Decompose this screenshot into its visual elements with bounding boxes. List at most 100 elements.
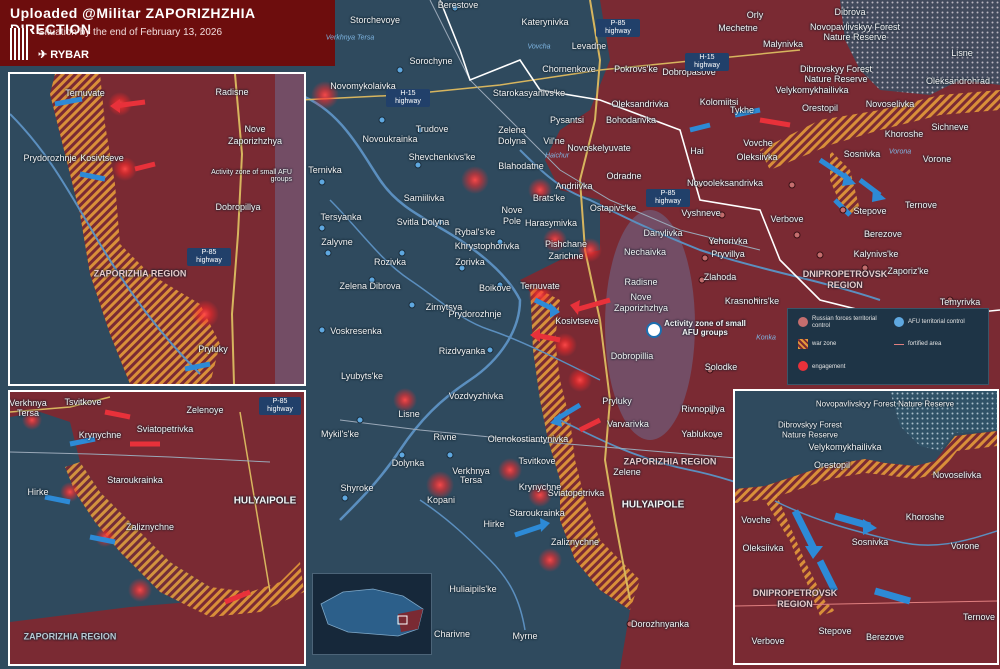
settlement-label: Dibrovskyy Forest bbox=[799, 64, 873, 74]
settlement-label: Zelena Dibrova bbox=[339, 281, 401, 291]
region-label-dnipro: DNIPROPETROVSK REGION bbox=[802, 269, 888, 290]
settlement-label: Pole bbox=[502, 216, 522, 226]
settlement-label: Nature Reserve bbox=[804, 74, 868, 84]
settlement-label: Charivne bbox=[433, 629, 471, 639]
settlement-label: Pryluky bbox=[602, 396, 632, 406]
settlement-label: Pysantsi bbox=[549, 115, 585, 125]
settlement-label: Levadne bbox=[571, 41, 607, 51]
settlement-label: Dibrova bbox=[834, 7, 866, 17]
settlement-label: Ternove bbox=[904, 200, 938, 210]
settlement-label: Ternuvate bbox=[520, 281, 560, 291]
inset3-khoroshe: Khoroshe bbox=[905, 512, 945, 522]
legend-ru-swatch bbox=[798, 317, 808, 327]
settlement-label: Oleksandrivka bbox=[611, 99, 669, 109]
rybar-brand: ✈ RYBAR bbox=[38, 49, 89, 61]
river-label-vorona: Vorona bbox=[888, 148, 912, 156]
settlement-label: Ostapivs'ke bbox=[589, 203, 637, 213]
settlement-label: Zorivka bbox=[455, 257, 485, 267]
settlement-label: Berestove bbox=[437, 0, 479, 10]
legend-engagement-swatch bbox=[798, 361, 808, 371]
inset2-region: ZAPORIZHIA REGION bbox=[23, 631, 117, 642]
river-label-haichur: Haichur bbox=[544, 152, 570, 160]
settlement-label: Stepove bbox=[853, 206, 887, 216]
settlement-label: Andriivka bbox=[555, 181, 593, 191]
settlement-label: Varvarivka bbox=[607, 419, 649, 429]
settlement-label: Blahodatne bbox=[498, 161, 544, 171]
activity-zone-label: Activity zone of small AFU groups bbox=[664, 319, 746, 337]
settlement-label: Olenokostiantynivka bbox=[487, 434, 569, 444]
inset1-kosivtseve: Kosivtseve bbox=[80, 153, 124, 163]
inset2-tersa: Tersa bbox=[16, 408, 40, 418]
settlement-label: Novoukrainka bbox=[362, 134, 418, 144]
settlement-label: Mykil's'ke bbox=[321, 429, 359, 439]
inset2-hulyaipole: HULYAIPOLE bbox=[233, 495, 297, 507]
settlement-label: Rybal's'ke bbox=[454, 227, 496, 237]
settlement-label: Odradne bbox=[606, 171, 642, 181]
settlement-label: Hai bbox=[690, 146, 704, 156]
settlement-label: Pishchane bbox=[544, 239, 588, 249]
legend-fortified: fortified area bbox=[908, 341, 942, 347]
ukraine-minimap bbox=[312, 573, 432, 655]
settlement-label: Rivne bbox=[433, 432, 457, 442]
settlement-label: Brats'ke bbox=[532, 193, 566, 203]
settlement-label: Khrystophorivka bbox=[454, 241, 520, 251]
inset3-dibrovskyy: Dibrovskyy Forest bbox=[777, 420, 843, 430]
settlement-label: Danylivka bbox=[643, 228, 683, 238]
highway-label-h15: H-15 highway bbox=[386, 89, 430, 107]
inset2-krynychne: Krynychne bbox=[78, 430, 122, 440]
settlement-label: Yablukove bbox=[681, 429, 723, 439]
inset2-highway: P-85 highway bbox=[259, 397, 301, 415]
legend-ru: Russian forces territorial control bbox=[812, 316, 877, 329]
settlement-label: Ternivka bbox=[308, 165, 342, 175]
minimap-svg bbox=[320, 588, 424, 637]
settlement-label: Zlahoda bbox=[703, 272, 737, 282]
inset3-sosnivka: Sosnivka bbox=[851, 537, 889, 547]
settlement-label: Pokrovs'ke bbox=[614, 64, 658, 74]
inset1-zaporizhzhya: Zaporizhzhya bbox=[227, 136, 283, 146]
inset2-staroukrainka: Staroukrainka bbox=[107, 475, 163, 485]
legend-afu-swatch bbox=[894, 317, 904, 327]
inset-hulyaipole: Verkhnya Tersa Tsvitkove Zelenoye Krynyc… bbox=[8, 390, 306, 666]
region-label-zaporizhia: ZAPORIZHIA REGION bbox=[623, 456, 717, 467]
inset3-novoselivka: Novoselivka bbox=[932, 470, 982, 480]
inset2-sviatopetrivka: Sviatopetrivka bbox=[136, 424, 194, 434]
settlement-label: Prydorozhnje bbox=[448, 309, 502, 319]
settlement-label: Shevchenkivs'ke bbox=[408, 152, 476, 162]
map-canvas[interactable]: Uploaded @Militar ZAPORIZHZHIA DIRECTION… bbox=[0, 0, 1000, 669]
settlement-label: Zelena bbox=[498, 125, 526, 135]
settlement-label: Trudove bbox=[415, 124, 449, 134]
inset1-nove: Nove bbox=[244, 124, 266, 134]
settlement-label: Storchevoye bbox=[349, 15, 401, 25]
settlement-label: Nechaivka bbox=[623, 247, 667, 257]
activity-zone-icon bbox=[646, 322, 662, 338]
settlement-label: Chornenkove bbox=[542, 64, 596, 74]
settlement-label: Verbove bbox=[770, 214, 804, 224]
settlement-label: Sorochyne bbox=[409, 56, 453, 66]
settlement-label: Dorozhnyanka bbox=[630, 619, 690, 629]
settlement-label: Berezove bbox=[863, 229, 903, 239]
settlement-label: Lyubyts'ke bbox=[341, 371, 383, 381]
settlement-label: Mechetne bbox=[718, 23, 758, 33]
inset3-oleksiivka: Oleksiivka bbox=[742, 543, 784, 553]
inset3-verbove: Verbove bbox=[751, 636, 785, 646]
settlement-label: Voskresenka bbox=[330, 326, 382, 336]
inset-ternuvate-svg bbox=[10, 74, 304, 384]
settlement-label: Kalynivs'ke bbox=[853, 249, 899, 259]
settlement-label: Tsvitkove bbox=[518, 456, 556, 466]
settlement-label: Tersyanka bbox=[320, 212, 362, 222]
settlement-label: Oleksandrohrad bbox=[925, 76, 991, 86]
inset3-novopavlivskyy: Novopavlivskyy Forest Nature Reserve bbox=[815, 399, 955, 409]
settlement-label: Boikove bbox=[478, 283, 512, 293]
settlement-label: Huliaipils'ke bbox=[449, 584, 497, 594]
settlement-label: Harasymivka bbox=[524, 218, 578, 228]
inset3-vovche: Vovche bbox=[741, 515, 771, 525]
settlement-label: Solodke bbox=[704, 362, 738, 372]
settlement-label: Myrne bbox=[512, 631, 538, 641]
inset2-zaliznychne: Zaliznychne bbox=[125, 522, 175, 532]
settlement-label: Vozdvyzhivka bbox=[448, 391, 504, 401]
legend-engagement: engagement bbox=[812, 364, 846, 370]
settlement-label: Dobropillia bbox=[610, 351, 654, 361]
settlement-label: Malynivka bbox=[762, 39, 804, 49]
map-header: Uploaded @Militar ZAPORIZHZHIA DIRECTION… bbox=[0, 0, 335, 66]
settlement-label: Velykomykhailivka bbox=[775, 85, 849, 95]
